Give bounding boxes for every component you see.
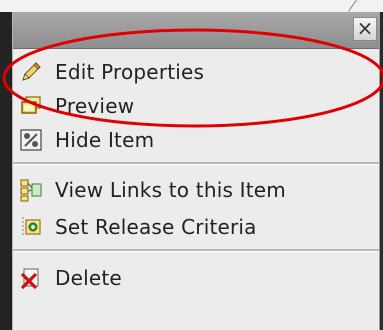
close-button[interactable]: × xyxy=(353,17,377,41)
context-menu: × Edit Properties Preview Hide Item View… xyxy=(12,12,380,330)
menu-item-label: View Links to this Item xyxy=(55,178,286,202)
background-line xyxy=(348,0,357,12)
hide-item-icon xyxy=(20,129,42,151)
menu-separator xyxy=(13,249,379,252)
menu-item-hide-item[interactable]: Hide Item xyxy=(13,122,379,158)
menu-item-label: Edit Properties xyxy=(55,60,205,84)
left-dark-edge xyxy=(0,12,12,330)
preview-window-icon xyxy=(21,96,41,114)
menu-item-label: Hide Item xyxy=(55,128,155,152)
context-menu-header: × xyxy=(13,12,379,49)
delete-x-icon xyxy=(20,268,39,290)
menu-item-label: Set Release Criteria xyxy=(55,215,257,239)
menu-item-label: Delete xyxy=(55,266,122,290)
pencil-icon xyxy=(22,62,41,81)
release-criteria-icon xyxy=(22,217,41,237)
menu-item-edit-properties[interactable]: Edit Properties xyxy=(13,54,379,90)
menu-separator xyxy=(13,162,379,165)
screenshot-root: × Edit Properties Preview Hide Item View… xyxy=(0,0,383,330)
menu-item-view-links[interactable]: View Links to this Item xyxy=(13,172,379,208)
close-icon: × xyxy=(356,16,374,40)
links-icon xyxy=(20,179,42,202)
menu-item-label: Preview xyxy=(55,94,135,118)
menu-item-set-release-criteria[interactable]: Set Release Criteria xyxy=(13,209,379,245)
background-window-strip xyxy=(0,0,383,12)
menu-item-preview[interactable]: Preview xyxy=(13,88,379,124)
menu-item-delete[interactable]: Delete xyxy=(13,260,379,296)
